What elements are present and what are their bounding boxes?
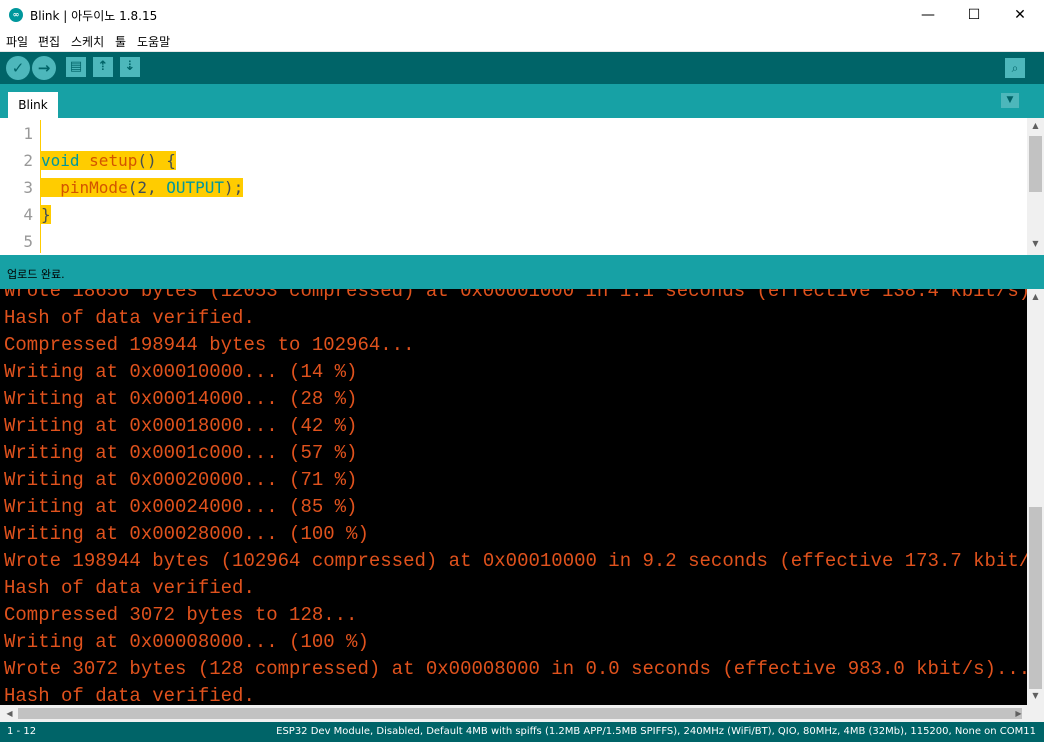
console-line: Writing at 0x0001c000... (57 %) — [4, 442, 358, 464]
code-token: void — [41, 151, 80, 170]
console-line: Hash of data verified. — [4, 577, 255, 599]
menu-help[interactable]: 도움말 — [137, 33, 170, 50]
status-bar: 업로드 완료. — [0, 255, 1044, 289]
menu-tools[interactable]: 툴 — [115, 33, 126, 50]
console-scrollbar-thumb[interactable] — [1029, 507, 1042, 689]
scroll-up-icon[interactable]: ▲ — [1027, 292, 1044, 301]
code-line-4: } — [41, 202, 51, 227]
menu-edit[interactable]: 편집 — [38, 33, 60, 50]
horizontal-scrollbar-thumb[interactable] — [18, 708, 1022, 719]
tab-blink[interactable]: Blink — [8, 92, 58, 118]
close-button[interactable]: ✕ — [997, 0, 1043, 30]
console-line: Wrote 18656 bytes (12053 compressed) at … — [4, 289, 1027, 302]
open-sketch-button[interactable]: ⇡ — [93, 57, 113, 77]
console-line: Writing at 0x00024000... (85 %) — [4, 496, 358, 518]
title-bar: ∞ Blink | 아두이노 1.8.15 — ☐ ✕ — [0, 0, 1044, 30]
scroll-up-icon[interactable]: ▲ — [1027, 121, 1044, 130]
console-line: Compressed 3072 bytes to 128... — [4, 604, 358, 626]
maximize-button[interactable]: ☐ — [951, 0, 997, 30]
minimize-button[interactable]: — — [905, 0, 951, 30]
footer-bar: 1 - 12 ESP32 Dev Module, Disabled, Defau… — [0, 722, 1044, 742]
save-sketch-button[interactable]: ⇣ — [120, 57, 140, 77]
verify-button[interactable]: ✓ — [6, 56, 30, 80]
code-editor[interactable]: 1 2 3 4 5 void setup() { pinMode(2, OUTP… — [0, 118, 1044, 255]
console-line: Writing at 0x00018000... (42 %) — [4, 415, 358, 437]
scroll-down-icon[interactable]: ▼ — [1027, 691, 1044, 700]
status-message: 업로드 완료. — [7, 268, 65, 281]
console-line: Wrote 3072 bytes (128 compressed) at 0x0… — [4, 658, 1027, 680]
console-line: Hash of data verified. — [4, 307, 255, 329]
console-output[interactable]: Wrote 18656 bytes (12053 compressed) at … — [0, 289, 1027, 705]
code-token: } — [41, 205, 51, 224]
code-line-2: void setup() { — [41, 148, 176, 173]
tab-bar: Blink ▼ — [0, 84, 1044, 118]
line-number: 2 — [23, 151, 33, 170]
console-line: Writing at 0x00014000... (28 %) — [4, 388, 358, 410]
console-line: Compressed 198944 bytes to 102964... — [4, 334, 415, 356]
code-token: () { — [137, 151, 176, 170]
code-token: pinMode — [60, 178, 128, 197]
serial-monitor-button[interactable]: ⌕ — [1005, 58, 1025, 78]
console-line: Writing at 0x00010000... (14 %) — [4, 361, 358, 383]
console-line: Hash of data verified. — [4, 685, 255, 705]
code-line-3: pinMode(2, OUTPUT); — [41, 175, 244, 200]
code-token: (2, — [127, 178, 167, 197]
cursor-position: 1 - 12 — [7, 726, 37, 737]
board-info: ESP32 Dev Module, Disabled, Default 4MB … — [276, 726, 1036, 737]
menu-bar: 파일 편집 스케치 툴 도움말 — [0, 30, 1044, 52]
tab-menu-chevron-down-icon[interactable]: ▼ — [1001, 93, 1019, 108]
line-number: 4 — [23, 205, 33, 224]
arduino-logo-icon: ∞ — [9, 8, 23, 22]
scroll-left-icon[interactable]: ◀ — [1, 709, 18, 718]
upload-button[interactable]: → — [32, 56, 56, 80]
console-line: Wrote 198944 bytes (102964 compressed) a… — [4, 550, 1027, 572]
scroll-right-icon[interactable]: ▶ — [1010, 709, 1027, 718]
toolbar: ✓ → ▤ ⇡ ⇣ ⌕ — [0, 52, 1044, 84]
line-number: 3 — [23, 178, 33, 197]
line-number-gutter: 1 2 3 4 5 — [0, 118, 38, 255]
console-line: Writing at 0x00028000... (100 %) — [4, 523, 369, 545]
menu-sketch[interactable]: 스케치 — [71, 33, 104, 50]
new-sketch-button[interactable]: ▤ — [66, 57, 86, 77]
line-number: 1 — [23, 124, 33, 143]
menu-file[interactable]: 파일 — [6, 33, 28, 50]
console-line: Writing at 0x00008000... (100 %) — [4, 631, 369, 653]
code-token: ); — [224, 178, 244, 197]
line-number: 5 — [23, 232, 33, 251]
code-token: OUTPUT — [166, 178, 225, 197]
editor-scrollbar-thumb[interactable] — [1029, 136, 1042, 192]
window-title: Blink | 아두이노 1.8.15 — [30, 9, 158, 23]
code-token: setup — [89, 151, 138, 170]
scroll-down-icon[interactable]: ▼ — [1027, 239, 1044, 248]
console-line: Writing at 0x00020000... (71 %) — [4, 469, 358, 491]
